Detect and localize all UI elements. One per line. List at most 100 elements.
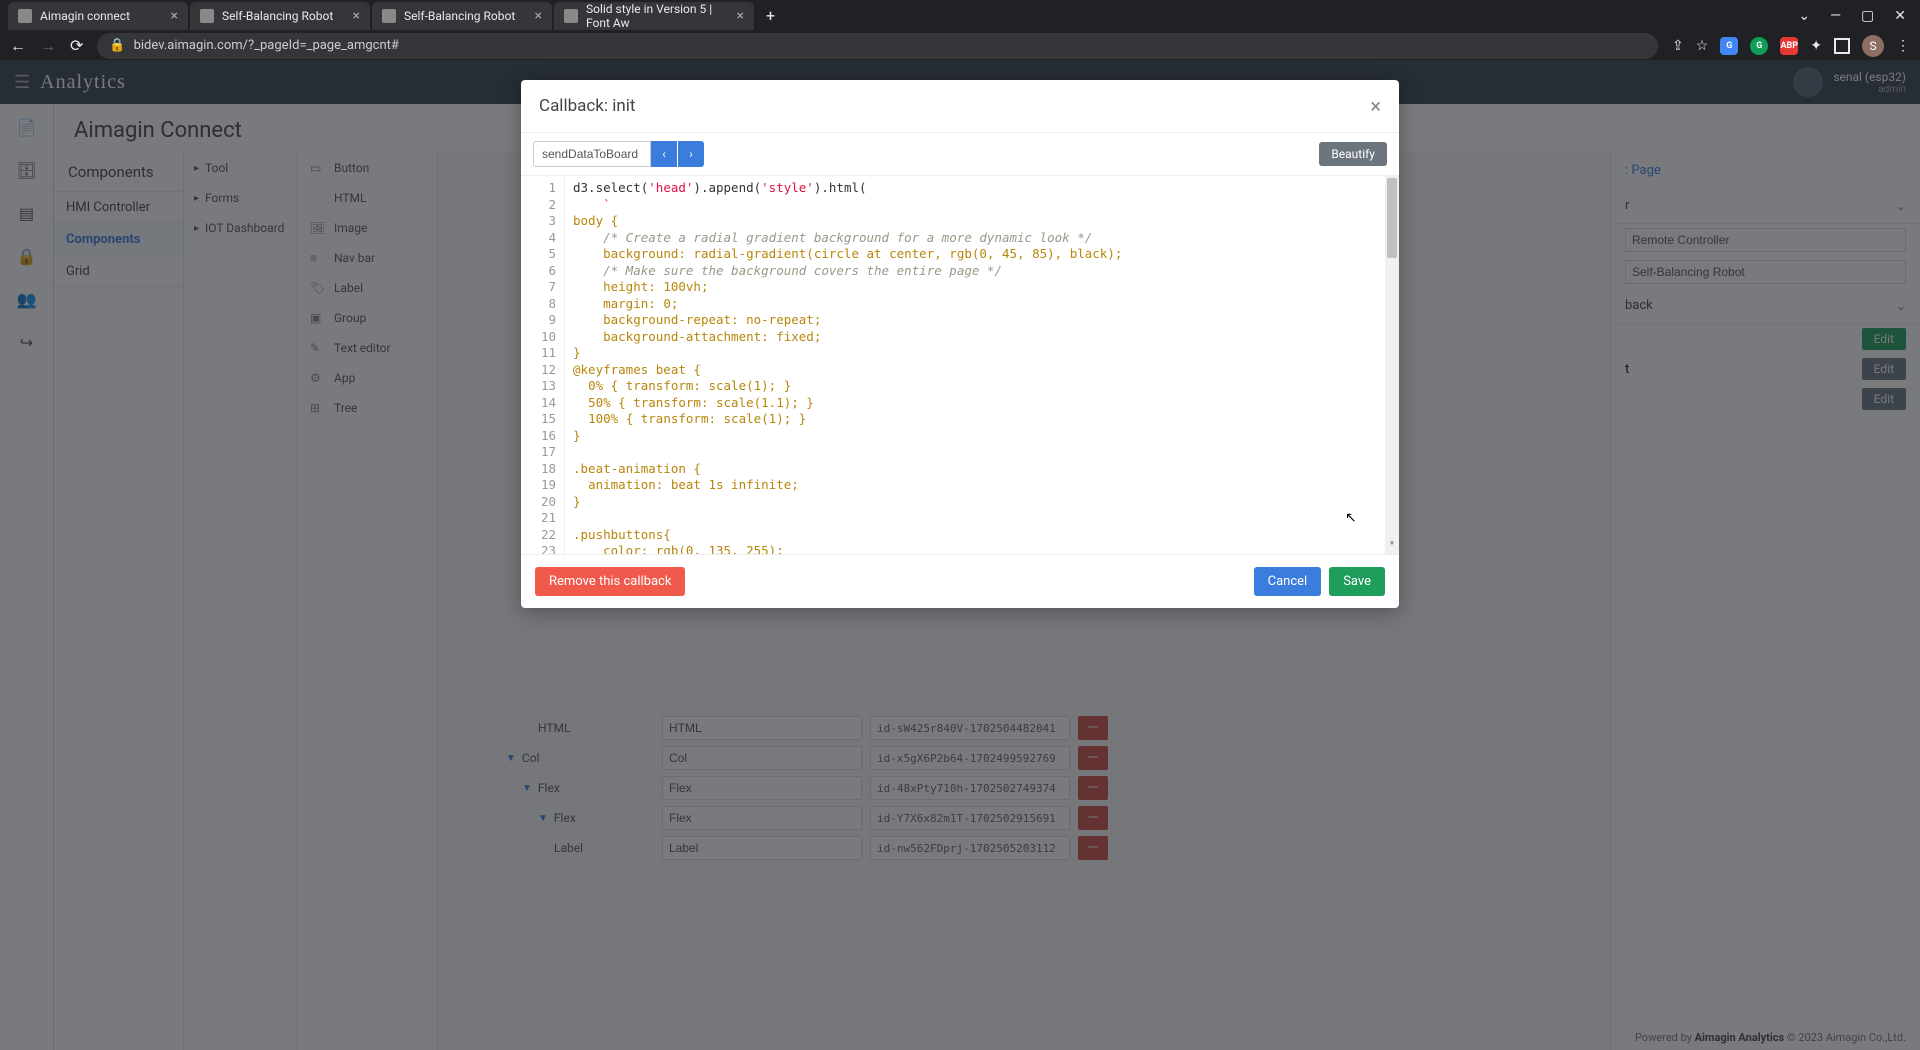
save-button[interactable]: Save [1329,567,1385,596]
database-icon[interactable]: 🗄 [16,161,36,180]
share-icon[interactable]: ⇪ [1672,38,1684,54]
tree-id-input[interactable] [870,746,1070,770]
component-item[interactable]: ✎Text editor [298,333,437,363]
tree-row[interactable]: Label — [438,833,1610,863]
scrollbar[interactable]: ▾ [1385,176,1399,554]
prev-button[interactable]: ‹ [651,141,677,167]
section-title: back [1625,298,1653,313]
new-tab-button[interactable]: + [756,6,785,25]
sub-item-tool[interactable]: ▸Tool [184,153,297,183]
close-icon[interactable]: × [737,8,744,24]
star-icon[interactable]: ☆ [1696,38,1709,54]
breadcrumb[interactable]: : Page [1611,153,1920,188]
tree-node-label: Flex [538,781,560,795]
code-body[interactable]: d3.select('head').append('style').html( … [565,176,1385,554]
tree-id-input[interactable] [870,806,1070,830]
edit-button[interactable]: Edit [1862,328,1906,350]
component-item[interactable]: ▣Group [298,303,437,333]
beautify-button[interactable]: Beautify [1319,142,1387,166]
minimize-icon[interactable]: — [1830,8,1841,24]
sidebar-item-grid[interactable]: Grid [54,256,183,288]
tree-id-input[interactable] [870,716,1070,740]
browser-tab-3[interactable]: Solid style in Version 5 | Font Aw × [554,2,754,30]
tree-row[interactable]: HTML — [438,713,1610,743]
user-area[interactable]: senal (esp32) admin [1793,67,1906,97]
menu-icon[interactable]: ⋮ [1896,38,1910,54]
hamburger-icon[interactable]: ☰ [14,72,30,93]
tree-toggle-icon[interactable]: ▼ [522,783,532,794]
translate-ext-icon[interactable]: G [1720,37,1738,55]
tree-toggle-icon[interactable]: ▼ [506,753,516,764]
tree-row[interactable]: ▼ Flex — [438,803,1610,833]
tab-title: Solid style in Version 5 | Font Aw [586,2,729,30]
cancel-button[interactable]: Cancel [1254,567,1322,596]
component-label: Tree [334,401,357,415]
browser-tab-2[interactable]: Self-Balancing Robot× [372,2,552,30]
component-item[interactable]: 🖼Image [298,213,437,243]
component-item[interactable]: ⚙App [298,363,437,393]
prop-input-2[interactable] [1625,260,1906,284]
tree-name-input[interactable] [662,836,862,860]
browser-tab-0[interactable]: Aimagin connect× [8,2,188,30]
callback-name: t [1625,362,1629,377]
delete-button[interactable]: — [1078,836,1108,860]
tree-row[interactable]: ▼ Col — [438,743,1610,773]
close-window-icon[interactable]: ✕ [1894,8,1906,24]
file-icon[interactable]: 📄 [17,118,37,137]
close-icon[interactable]: × [1370,94,1381,118]
tree-toggle-icon[interactable]: ▼ [538,813,548,824]
sidepanel-icon[interactable] [1834,38,1850,54]
layers-icon[interactable]: ▤ [19,204,34,223]
component-label: Label [334,281,363,295]
scroll-down-icon[interactable]: ▾ [1385,536,1399,553]
url-input[interactable]: 🔒bidev.aimagin.com/?_pageId=_page_amgcnt… [97,33,1658,59]
maximize-icon[interactable]: ▢ [1861,8,1874,24]
delete-button[interactable]: — [1078,716,1108,740]
callback-modal: Callback: init × ‹ › Beautify 1234567891… [521,80,1399,608]
tree-name-input[interactable] [662,776,862,800]
component-item[interactable]: 🏷Label [298,273,437,303]
tree-name-input[interactable] [662,806,862,830]
delete-button[interactable]: — [1078,776,1108,800]
lock-icon[interactable]: 🔒 [17,247,37,266]
adblock-ext-icon[interactable]: ABP [1780,37,1798,55]
tree-id-input[interactable] [870,776,1070,800]
tree-name-input[interactable] [662,716,862,740]
callback-section-header[interactable]: back⌄ [1611,288,1920,324]
tree-row[interactable]: ▼ Flex — [438,773,1610,803]
sidebar-item-components[interactable]: Components [54,224,183,256]
edit-button[interactable]: Edit [1862,358,1906,380]
remove-callback-button[interactable]: Remove this callback [535,567,685,596]
component-item[interactable]: ▭Button [298,153,437,183]
scroll-thumb[interactable] [1387,178,1397,258]
users-icon[interactable]: 👥 [17,290,37,309]
props-section-header[interactable]: r⌄ [1611,188,1920,224]
caret-down-icon[interactable]: ⌄ [1798,8,1810,24]
close-icon[interactable]: × [535,8,542,24]
edit-button[interactable]: Edit [1862,388,1906,410]
component-item[interactable]: HTML [298,183,437,213]
tree-id-input[interactable] [870,836,1070,860]
function-name-input[interactable] [533,141,651,167]
next-button[interactable]: › [678,141,704,167]
grammarly-ext-icon[interactable]: G [1750,37,1768,55]
code-editor[interactable]: 123456789101112131415161718192021222324 … [521,175,1399,554]
extensions-icon[interactable]: ✦ [1810,38,1822,54]
close-icon[interactable]: × [171,8,178,24]
reload-icon[interactable]: ⟳ [70,36,83,55]
prop-input-1[interactable] [1625,228,1906,252]
profile-avatar[interactable]: S [1862,35,1884,57]
close-icon[interactable]: × [353,8,360,24]
delete-button[interactable]: — [1078,806,1108,830]
component-label: Image [334,221,367,235]
sidebar-item-hmi[interactable]: HMI Controller [54,192,183,224]
sub-item-forms[interactable]: ▸Forms [184,183,297,213]
tree-name-input[interactable] [662,746,862,770]
delete-button[interactable]: — [1078,746,1108,770]
sub-item-iot[interactable]: ▸IOT Dashboard [184,213,297,243]
browser-tab-1[interactable]: Self-Balancing Robot× [190,2,370,30]
logout-icon[interactable]: ↪ [20,333,33,352]
back-icon[interactable]: ← [10,36,26,56]
component-item[interactable]: ⊞Tree [298,393,437,423]
component-item[interactable]: ≡Nav bar [298,243,437,273]
